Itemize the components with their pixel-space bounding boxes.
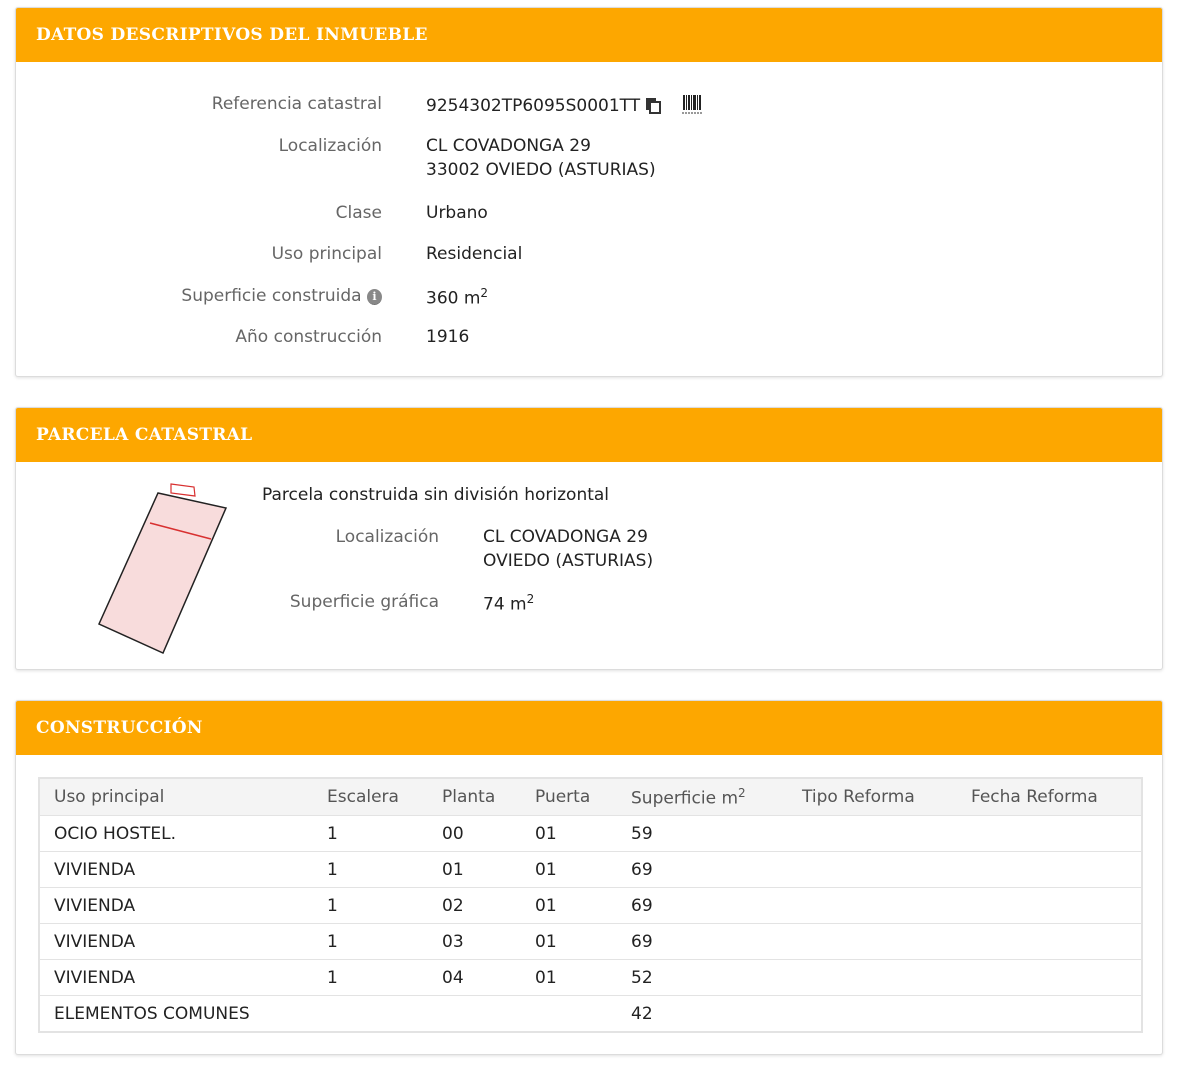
uso-principal-value: Residencial [426,244,523,264]
construccion-table: Uso principal Escalera Planta Puerta Sup… [38,777,1143,1033]
header-tipo-reforma: Tipo Reforma [788,778,957,816]
cell-uso: VIVIENDA [39,851,313,888]
superficie-grafica-sup: 2 [526,592,535,606]
cell-puerta: 01 [521,851,617,888]
cell-puerta [521,995,617,1032]
superficie-construida-value: 360 m [426,288,481,309]
cell-tipo-reforma [788,923,957,960]
localizacion-line1: CL COVADONGA 29 [426,136,591,156]
anio-construccion-label: Año construcción [235,327,382,347]
superficie-construida-label: Superficie construida [181,286,362,306]
header-superficie: Superficie m2 [617,778,788,816]
cell-escalera: 1 [313,959,428,996]
info-icon[interactable]: i [367,289,382,305]
cell-escalera: 1 [313,815,428,852]
cell-escalera: 1 [313,851,428,888]
cell-superficie: 69 [617,887,788,924]
cell-planta [428,995,521,1032]
construccion-panel: CONSTRUCCIÓN Uso principal Escalera Plan… [15,700,1163,1055]
cell-fecha-reforma [957,887,1142,924]
uso-principal-label: Uso principal [271,244,382,264]
cell-planta: 01 [428,851,521,888]
cell-tipo-reforma [788,887,957,924]
cell-uso: VIVIENDA [39,959,313,996]
cell-uso: VIVIENDA [39,923,313,960]
superficie-grafica-value-row: 74 m2 [483,592,534,615]
barcode-icon[interactable] [682,94,703,114]
referencia-value[interactable]: 9254302TP6095S0001TT [426,96,640,116]
cell-superficie: 59 [617,815,788,852]
superficie-construida-sup: 2 [480,286,489,300]
construccion-header: CONSTRUCCIÓN [16,701,1162,755]
cell-planta: 03 [428,923,521,960]
parcela-plot-thumbnail[interactable] [91,478,231,658]
cell-escalera: 1 [313,923,428,960]
table-row: VIVIENDA 1 03 01 69 [39,923,1142,960]
superficie-construida-label-row: Superficie construida i [181,286,382,306]
copy-icon[interactable] [644,96,662,115]
header-planta: Planta [428,778,521,816]
cell-uso: VIVIENDA [39,887,313,924]
cell-escalera: 1 [313,887,428,924]
clase-label: Clase [335,203,382,223]
construccion-table-header: Uso principal Escalera Planta Puerta Sup… [39,778,1142,816]
anio-construccion-value: 1916 [426,327,470,347]
cell-superficie: 69 [617,923,788,960]
header-escalera: Escalera [313,778,428,816]
header-fecha-reforma: Fecha Reforma [957,778,1142,816]
table-row: OCIO HOSTEL. 1 00 01 59 [39,815,1142,852]
localizacion-label: Localización [278,136,382,156]
parcela-catastral-panel: PARCELA CATASTRAL Parcela construida sin… [15,407,1163,670]
cell-planta: 04 [428,959,521,996]
cell-fecha-reforma [957,923,1142,960]
clase-value: Urbano [426,203,488,223]
superficie-grafica-value: 74 m [483,594,527,615]
cell-fecha-reforma [957,995,1142,1032]
cell-uso: OCIO HOSTEL. [39,815,313,852]
datos-descriptivos-header: DATOS DESCRIPTIVOS DEL INMUEBLE [16,8,1162,62]
cell-puerta: 01 [521,923,617,960]
header-uso-principal: Uso principal [39,778,313,816]
parcela-catastral-header: PARCELA CATASTRAL [16,408,1162,462]
header-superficie-label: Superficie m [631,788,739,809]
parcela-localizacion-line1: CL COVADONGA 29 [483,527,648,547]
header-puerta: Puerta [521,778,617,816]
cell-tipo-reforma [788,815,957,852]
cell-superficie: 42 [617,995,788,1032]
cell-escalera [313,995,428,1032]
header-superficie-sup: 2 [738,785,746,800]
table-row: VIVIENDA 1 02 01 69 [39,887,1142,924]
table-row: ELEMENTOS COMUNES 42 [39,995,1142,1032]
table-row: VIVIENDA 1 01 01 69 [39,851,1142,888]
cell-superficie: 52 [617,959,788,996]
cell-fecha-reforma [957,815,1142,852]
cell-planta: 02 [428,887,521,924]
referencia-value-row: 9254302TP6095S0001TT [426,94,703,116]
cell-tipo-reforma [788,959,957,996]
localizacion-line2: 33002 OVIEDO (ASTURIAS) [426,160,656,180]
cell-puerta: 01 [521,815,617,852]
superficie-construida-value-row: 360 m2 [426,286,488,309]
cell-fecha-reforma [957,959,1142,996]
parcela-localizacion-line2: OVIEDO (ASTURIAS) [483,551,654,571]
cell-puerta: 01 [521,959,617,996]
parcela-localizacion-label: Localización [335,527,439,547]
datos-descriptivos-panel: DATOS DESCRIPTIVOS DEL INMUEBLE Referenc… [15,7,1163,377]
referencia-label: Referencia catastral [211,94,382,114]
cell-tipo-reforma [788,995,957,1032]
parcela-subtitle: Parcela construida sin división horizont… [262,485,610,505]
cell-tipo-reforma [788,851,957,888]
cell-planta: 00 [428,815,521,852]
cell-uso: ELEMENTOS COMUNES [39,995,313,1032]
cell-puerta: 01 [521,887,617,924]
cell-superficie: 69 [617,851,788,888]
cell-fecha-reforma [957,851,1142,888]
table-row: VIVIENDA 1 04 01 52 [39,959,1142,996]
superficie-grafica-label: Superficie gráfica [289,592,439,612]
